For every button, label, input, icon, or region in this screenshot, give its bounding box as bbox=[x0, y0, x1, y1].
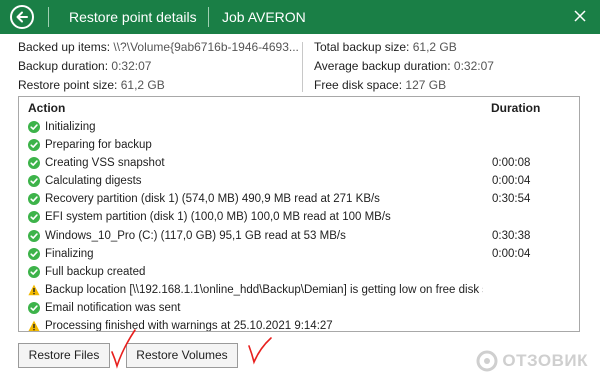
warning-icon bbox=[28, 284, 40, 296]
log-row[interactable]: Email notification was sent bbox=[28, 299, 578, 317]
success-check-icon bbox=[28, 121, 40, 133]
action-log-panel[interactable]: Action Duration Initializing Preparing fo… bbox=[18, 96, 580, 332]
log-row-action: Email notification was sent bbox=[45, 301, 181, 314]
success-check-icon bbox=[28, 247, 40, 260]
window-title: Restore point details bbox=[69, 9, 197, 25]
backed-up-items-value: \\?\Volume{9ab6716b-1946-4693... bbox=[113, 40, 299, 54]
log-row-action: Processing finished with warnings at 25.… bbox=[45, 320, 333, 332]
log-row[interactable]: Preparing for backup bbox=[28, 136, 578, 154]
restore-point-size-value: 61,2 GB bbox=[120, 78, 165, 92]
backed-up-items-row: Backed up items: \\?\Volume{9ab6716b-194… bbox=[18, 38, 299, 57]
otzovik-logo-icon bbox=[476, 350, 498, 372]
success-check-icon bbox=[28, 157, 40, 170]
log-row[interactable]: Calculating digests 0:00:04 bbox=[28, 172, 578, 190]
free-disk-space-row: Free disk space: 127 GB bbox=[314, 76, 494, 95]
warning-icon bbox=[28, 320, 40, 331]
log-row[interactable]: Finalizing 0:00:04 bbox=[28, 245, 578, 263]
total-backup-size-label: Total backup size: bbox=[314, 40, 410, 54]
free-disk-space-value: 127 GB bbox=[405, 78, 447, 92]
log-row[interactable]: Creating VSS snapshot 0:00:08 bbox=[28, 154, 578, 172]
log-row-action: Windows_10_Pro (C:) (117,0 GB) 95,1 GB r… bbox=[45, 229, 346, 242]
log-row-duration: 0:30:38 bbox=[492, 229, 531, 242]
log-row[interactable]: Initializing bbox=[28, 118, 578, 136]
back-button[interactable] bbox=[10, 5, 34, 29]
log-row-action: EFI system partition (disk 1) (100,0 MB)… bbox=[45, 211, 391, 224]
log-row-duration: 0:00:04 bbox=[492, 175, 531, 188]
watermark-text: ОТЗОВИК bbox=[502, 351, 588, 370]
action-log-list: Initializing Preparing for backup Creating… bbox=[28, 118, 578, 332]
job-name: Job AVERON bbox=[222, 9, 306, 25]
restore-point-size-row: Restore point size: 61,2 GB bbox=[18, 76, 299, 95]
log-row-action: Preparing for backup bbox=[45, 139, 152, 152]
success-check-icon bbox=[28, 175, 40, 188]
log-row[interactable]: Full backup created bbox=[28, 263, 578, 281]
summary-left: Backed up items: \\?\Volume{9ab6716b-194… bbox=[18, 38, 299, 95]
log-row-duration: 0:30:54 bbox=[492, 193, 531, 206]
title-separator bbox=[208, 7, 209, 27]
log-row-action: Full backup created bbox=[45, 265, 146, 278]
log-row-duration: 0:00:08 bbox=[492, 157, 531, 170]
log-row-action: Backup location [\\192.168.1.1\online_hd… bbox=[45, 283, 483, 296]
handwritten-check-mark bbox=[111, 329, 136, 369]
log-row-action: Recovery partition (disk 1) (574,0 MB) 4… bbox=[45, 193, 380, 206]
success-check-icon bbox=[28, 193, 40, 206]
backup-duration-row: Backup duration: 0:32:07 bbox=[18, 57, 299, 76]
success-check-icon bbox=[28, 301, 40, 314]
close-icon bbox=[574, 10, 586, 22]
backed-up-items-label: Backed up items: bbox=[18, 40, 111, 54]
handwritten-check-mark bbox=[248, 337, 272, 365]
average-backup-duration-label: Average backup duration: bbox=[314, 59, 451, 73]
free-disk-space-label: Free disk space: bbox=[314, 78, 403, 92]
column-header-duration: Duration bbox=[491, 101, 541, 115]
restore-volumes-button[interactable]: Restore Volumes bbox=[126, 343, 238, 368]
success-check-icon bbox=[28, 265, 40, 278]
title-separator bbox=[48, 7, 49, 27]
average-backup-duration-row: Average backup duration: 0:32:07 bbox=[314, 57, 494, 76]
success-check-icon bbox=[28, 211, 40, 224]
restore-files-button[interactable]: Restore Files bbox=[18, 343, 110, 368]
success-check-icon bbox=[28, 229, 40, 242]
log-row[interactable]: Backup location [\\192.168.1.1\online_hd… bbox=[28, 281, 578, 299]
watermark: ОТЗОВИК bbox=[476, 350, 588, 372]
log-row-action: Calculating digests bbox=[45, 175, 142, 188]
column-header-action: Action bbox=[28, 101, 66, 115]
success-check-icon bbox=[28, 139, 40, 152]
arrow-left-icon bbox=[16, 11, 28, 23]
average-backup-duration-value: 0:32:07 bbox=[453, 59, 494, 73]
log-row-action: Initializing bbox=[45, 121, 96, 133]
total-backup-size-row: Total backup size: 61,2 GB bbox=[314, 38, 494, 57]
summary-right: Total backup size: 61,2 GB Average backu… bbox=[314, 38, 494, 95]
total-backup-size-value: 61,2 GB bbox=[412, 40, 457, 54]
log-row-duration: 0:00:04 bbox=[492, 247, 531, 260]
backup-duration-label: Backup duration: bbox=[18, 59, 109, 73]
log-row[interactable]: EFI system partition (disk 1) (100,0 MB)… bbox=[28, 208, 578, 226]
log-row[interactable]: Windows_10_Pro (C:) (117,0 GB) 95,1 GB r… bbox=[28, 227, 578, 245]
summary-divider bbox=[302, 42, 303, 92]
log-row-action: Finalizing bbox=[45, 247, 94, 260]
log-row[interactable]: Recovery partition (disk 1) (574,0 MB) 4… bbox=[28, 190, 578, 208]
log-row-action: Creating VSS snapshot bbox=[45, 157, 165, 170]
restore-point-size-label: Restore point size: bbox=[18, 78, 118, 92]
backup-duration-value: 0:32:07 bbox=[111, 59, 152, 73]
close-button[interactable] bbox=[574, 7, 586, 25]
title-bar: Restore point details Job AVERON bbox=[0, 0, 600, 34]
